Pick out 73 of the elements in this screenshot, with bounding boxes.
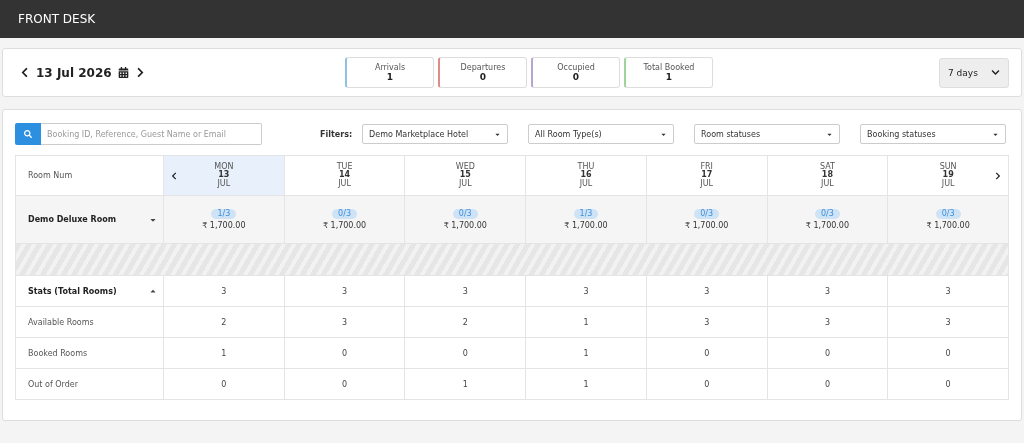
stat-value: 0: [479, 72, 487, 82]
table-cell: 1: [462, 379, 468, 389]
table-cell: 3: [704, 317, 710, 327]
filter-select[interactable]: All Room Type(s): [528, 124, 675, 144]
chevron-down-icon: [991, 68, 1000, 77]
search-button[interactable]: [15, 123, 41, 145]
column-heading: Room Num: [28, 171, 73, 180]
table-cell: 0: [945, 379, 951, 389]
filters-label: Filters:: [320, 129, 353, 139]
table-cell: 0: [704, 348, 710, 358]
day-header[interactable]: MON 13 JUL: [164, 156, 285, 196]
stat-label: Total Booked: [643, 63, 695, 72]
stats-heading: Stats (Total Rooms): [28, 286, 117, 296]
room-price: ₹ 1,700.00: [202, 222, 246, 231]
table-cell: 0: [342, 348, 348, 358]
room-price: ₹ 1,700.00: [685, 222, 729, 231]
stat-label: Arrivals: [374, 63, 406, 72]
table-cell: 0: [462, 348, 468, 358]
day-header[interactable]: SUN 19 JUL: [888, 156, 1009, 196]
next-week-button[interactable]: [994, 171, 1002, 180]
table-cell: 0: [342, 379, 348, 389]
table-cell: 3: [945, 286, 951, 296]
table-cell: 3: [704, 286, 710, 296]
room-price: ₹ 1,700.00: [322, 222, 367, 231]
room-type-name: Demo Deluxe Room: [28, 215, 117, 224]
table-cell: 1: [583, 379, 589, 389]
caret-up-icon[interactable]: [149, 287, 157, 295]
table-cell: 3: [221, 286, 227, 296]
table-cell: 3: [824, 286, 830, 296]
table-cell: 0: [824, 379, 830, 389]
row-label: Out of Order: [28, 379, 79, 389]
table-cell: 1: [221, 348, 227, 358]
day-header[interactable]: TUE 14 JUL: [284, 156, 406, 196]
table-cell: 3: [462, 286, 468, 296]
day-header[interactable]: WED 15 JUL: [405, 156, 527, 196]
room-price: ₹ 1,700.00: [564, 222, 608, 231]
day-header[interactable]: THU 16 JUL: [526, 156, 647, 196]
day-header[interactable]: FRI 17 JUL: [646, 156, 768, 196]
table-cell: 0: [945, 348, 951, 358]
table-cell: 0: [704, 379, 710, 389]
table-cell: 1: [583, 348, 589, 358]
table-cell: 1: [583, 317, 589, 327]
stat-value: 1: [665, 72, 673, 82]
filter-select[interactable]: Booking statuses: [860, 124, 1007, 144]
stat-label: Occupied: [557, 63, 595, 72]
table-cell: 2: [221, 317, 227, 327]
room-price: ₹ 1,700.00: [443, 222, 487, 231]
table-cell: 3: [583, 286, 589, 296]
table-cell: 3: [342, 317, 348, 327]
previous-week-button[interactable]: [170, 171, 178, 180]
row-label: Booked Rooms: [28, 348, 88, 358]
table-cell: 2: [462, 317, 468, 327]
room-price: ₹ 1,700.00: [805, 222, 850, 231]
stat-value: 0: [572, 72, 580, 82]
stat-label: Departures: [460, 63, 506, 72]
range-select[interactable]: 7 days: [939, 57, 1009, 88]
filter-select[interactable]: Room statuses: [694, 124, 841, 144]
table-cell: 3: [824, 317, 830, 327]
search-icon: [24, 130, 32, 138]
filter-select[interactable]: Demo Marketplace Hotel: [362, 124, 509, 144]
table-cell: 3: [342, 286, 348, 296]
stat-value: 1: [386, 72, 394, 82]
page-title: FRONT DESK: [18, 12, 96, 26]
search-field[interactable]: Booking ID, Reference, Guest Name or Email: [41, 123, 262, 145]
calendar-icon[interactable]: [117, 67, 129, 78]
row-label: Available Rooms: [28, 317, 94, 327]
table-cell: 3: [945, 317, 951, 327]
current-date: 13 Jul 2026: [36, 65, 112, 80]
table-cell: 0: [221, 379, 227, 389]
previous-date-button[interactable]: [19, 67, 30, 78]
table-cell: 0: [824, 348, 830, 358]
room-price: ₹ 1,700.00: [926, 222, 970, 231]
day-header[interactable]: SAT 18 JUL: [767, 156, 889, 196]
